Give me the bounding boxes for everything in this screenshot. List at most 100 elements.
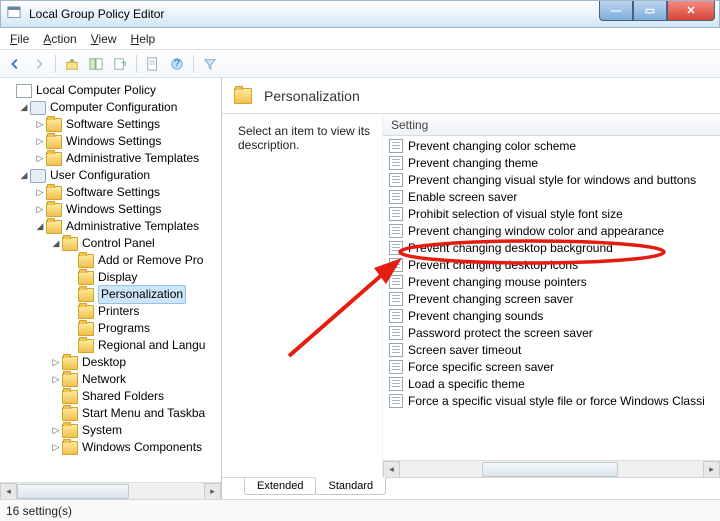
column-header-setting[interactable]: Setting bbox=[383, 114, 720, 136]
show-hide-tree-button[interactable] bbox=[85, 53, 107, 75]
setting-label: Password protect the screen saver bbox=[408, 326, 593, 340]
setting-icon bbox=[389, 377, 403, 391]
setting-row[interactable]: Prevent changing visual style for window… bbox=[383, 171, 720, 188]
expand-icon[interactable]: ▷ bbox=[50, 354, 62, 371]
setting-row[interactable]: Password protect the screen saver bbox=[383, 324, 720, 341]
view-tabs: Extended Standard bbox=[222, 477, 720, 499]
scroll-right-button[interactable]: ▸ bbox=[204, 483, 221, 500]
tree-item[interactable]: Shared Folders bbox=[0, 388, 221, 405]
tab-extended[interactable]: Extended bbox=[244, 478, 316, 495]
tree-label: Desktop bbox=[82, 354, 126, 371]
tree-item[interactable]: ◢Administrative Templates bbox=[0, 218, 221, 235]
tree-item[interactable]: Start Menu and Taskba bbox=[0, 405, 221, 422]
list-horizontal-scrollbar[interactable]: ◂ ▸ bbox=[383, 460, 720, 477]
folder-icon bbox=[78, 322, 94, 336]
tree-item[interactable]: ▷Network bbox=[0, 371, 221, 388]
help-button[interactable]: ? bbox=[166, 53, 188, 75]
setting-row[interactable]: Load a specific theme bbox=[383, 375, 720, 392]
setting-label: Force specific screen saver bbox=[408, 360, 554, 374]
tree-item[interactable]: ▷Software Settings bbox=[0, 116, 221, 133]
filter-button[interactable] bbox=[199, 53, 221, 75]
tab-standard[interactable]: Standard bbox=[315, 477, 386, 495]
setting-row[interactable]: Enable screen saver bbox=[383, 188, 720, 205]
tree-item[interactable]: ▷System bbox=[0, 422, 221, 439]
menu-view[interactable]: View bbox=[91, 32, 117, 46]
scroll-thumb[interactable] bbox=[482, 462, 618, 477]
expand-icon[interactable]: ▷ bbox=[50, 422, 62, 439]
folder-icon bbox=[46, 203, 62, 217]
setting-icon bbox=[389, 173, 403, 187]
scroll-track[interactable] bbox=[400, 461, 703, 477]
menu-file[interactable]: File bbox=[10, 32, 29, 46]
setting-icon bbox=[389, 139, 403, 153]
setting-row[interactable]: Prevent changing screen saver bbox=[383, 290, 720, 307]
expand-icon[interactable]: ▷ bbox=[50, 439, 62, 456]
tree-item[interactable]: Add or Remove Pro bbox=[0, 252, 221, 269]
minimize-button[interactable]: — bbox=[599, 1, 633, 21]
maximize-button[interactable]: ▭ bbox=[633, 1, 667, 21]
setting-row[interactable]: Prevent changing desktop icons bbox=[383, 256, 720, 273]
setting-row[interactable]: Prevent changing color scheme bbox=[383, 137, 720, 154]
scroll-right-button[interactable]: ▸ bbox=[703, 461, 720, 477]
forward-button[interactable] bbox=[28, 53, 50, 75]
expand-icon[interactable]: ▷ bbox=[50, 371, 62, 388]
scroll-left-button[interactable]: ◂ bbox=[383, 461, 400, 477]
tree-user-config[interactable]: ◢User Configuration bbox=[0, 167, 221, 184]
setting-row[interactable]: Prevent changing theme bbox=[383, 154, 720, 171]
tree-item[interactable]: ▷Administrative Templates bbox=[0, 150, 221, 167]
tree-item[interactable]: Display bbox=[0, 269, 221, 286]
tree-item[interactable]: ▷Windows Settings bbox=[0, 133, 221, 150]
expand-icon[interactable]: ◢ bbox=[50, 235, 62, 252]
back-button[interactable] bbox=[4, 53, 26, 75]
up-button[interactable] bbox=[61, 53, 83, 75]
folder-icon bbox=[46, 152, 62, 166]
scroll-left-button[interactable]: ◂ bbox=[0, 483, 17, 500]
export-list-button[interactable] bbox=[109, 53, 131, 75]
tree-root[interactable]: Local Computer Policy bbox=[0, 82, 221, 99]
setting-label: Prevent changing desktop icons bbox=[408, 258, 578, 272]
settings-list: Setting Prevent changing color schemePre… bbox=[382, 114, 720, 477]
expand-icon[interactable]: ◢ bbox=[34, 218, 46, 235]
expand-icon[interactable]: ◢ bbox=[18, 99, 30, 116]
setting-row[interactable]: Prohibit selection of visual style font … bbox=[383, 205, 720, 222]
tree-item[interactable]: ▷ Desktop bbox=[0, 354, 221, 371]
tree-computer-config[interactable]: ◢Computer Configuration bbox=[0, 99, 221, 116]
tree-label: Software Settings bbox=[66, 184, 160, 201]
tree-personalization[interactable]: Personalization bbox=[0, 286, 221, 303]
tree-item[interactable]: Printers bbox=[0, 303, 221, 320]
policy-tree[interactable]: Local Computer Policy ◢Computer Configur… bbox=[0, 78, 221, 456]
details-header: Personalization bbox=[222, 78, 720, 114]
setting-icon bbox=[389, 258, 403, 272]
expand-icon[interactable]: ◢ bbox=[18, 167, 30, 184]
tree-control-panel[interactable]: ◢ Control Panel bbox=[0, 235, 221, 252]
scroll-track[interactable] bbox=[17, 483, 204, 500]
tree-label: Start Menu and Taskba bbox=[82, 405, 205, 422]
setting-row[interactable]: Prevent changing window color and appear… bbox=[383, 222, 720, 239]
expand-icon[interactable]: ▷ bbox=[34, 201, 46, 218]
folder-icon bbox=[46, 220, 62, 234]
setting-label: Enable screen saver bbox=[408, 190, 517, 204]
setting-icon bbox=[389, 224, 403, 238]
tree-item[interactable]: ▷ Software Settings bbox=[0, 184, 221, 201]
close-button[interactable]: ✕ bbox=[667, 1, 715, 21]
tree-horizontal-scrollbar[interactable]: ◂ ▸ bbox=[0, 482, 221, 499]
menu-help[interactable]: Help bbox=[131, 32, 156, 46]
setting-row[interactable]: Prevent changing mouse pointers bbox=[383, 273, 720, 290]
properties-button[interactable] bbox=[142, 53, 164, 75]
expand-icon[interactable]: ▷ bbox=[34, 116, 46, 133]
expand-icon[interactable]: ▷ bbox=[34, 184, 46, 201]
setting-row[interactable]: Screen saver timeout bbox=[383, 341, 720, 358]
scroll-thumb[interactable] bbox=[17, 484, 129, 499]
menu-action[interactable]: Action bbox=[43, 32, 76, 46]
tree-item[interactable]: Regional and Langu bbox=[0, 337, 221, 354]
tree-item[interactable]: ▷Windows Settings bbox=[0, 201, 221, 218]
expand-icon[interactable]: ▷ bbox=[34, 133, 46, 150]
tree-label: Control Panel bbox=[82, 235, 155, 252]
expand-icon[interactable]: ▷ bbox=[34, 150, 46, 167]
setting-row[interactable]: Force a specific visual style file or fo… bbox=[383, 392, 720, 409]
tree-item[interactable]: Programs bbox=[0, 320, 221, 337]
tree-item[interactable]: ▷Windows Components bbox=[0, 439, 221, 456]
setting-row[interactable]: Force specific screen saver bbox=[383, 358, 720, 375]
setting-row[interactable]: Prevent changing desktop background bbox=[383, 239, 720, 256]
setting-row[interactable]: Prevent changing sounds bbox=[383, 307, 720, 324]
